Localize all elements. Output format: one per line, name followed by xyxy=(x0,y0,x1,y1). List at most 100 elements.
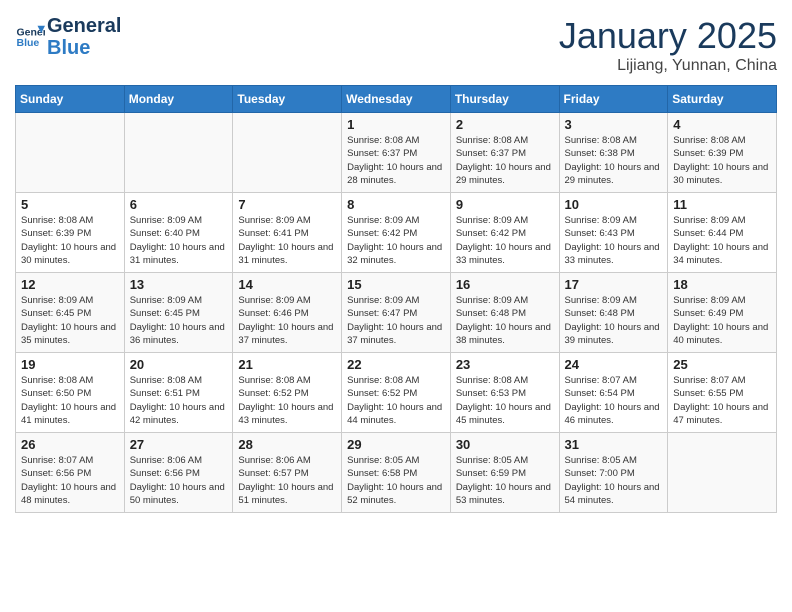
day-number: 10 xyxy=(565,197,663,212)
day-number: 7 xyxy=(238,197,336,212)
day-number: 19 xyxy=(21,357,119,372)
calendar-cell: 27 Sunrise: 8:06 AMSunset: 6:56 PMDayligh… xyxy=(124,433,233,513)
day-info: Sunrise: 8:05 AMSunset: 7:00 PMDaylight:… xyxy=(565,454,663,507)
calendar-cell: 7Sunrise: 8:09 AMSunset: 6:41 PMDaylight… xyxy=(233,193,342,273)
day-info: Sunrise: 8:08 AMSunset: 6:52 PMDaylight:… xyxy=(238,374,336,427)
day-info: Sunrise: 8:08 AMSunset: 6:50 PMDaylight:… xyxy=(21,374,119,427)
day-number: 5 xyxy=(21,197,119,212)
day-info: Sunrise: 8:09 AMSunset: 6:42 PMDaylight:… xyxy=(347,214,445,267)
day-info: Sunrise: 8:08 AMSunset: 6:52 PMDaylight:… xyxy=(347,374,445,427)
day-info: Sunrise: 8:09 AMSunset: 6:47 PMDaylight:… xyxy=(347,294,445,347)
day-number: 11 xyxy=(673,197,771,212)
day-number: 24 xyxy=(565,357,663,372)
day-info: Sunrise: 8:09 AMSunset: 6:45 PMDaylight:… xyxy=(21,294,119,347)
day-info: Sunrise: 8:08 AMSunset: 6:39 PMDaylight:… xyxy=(21,214,119,267)
day-number: 13 xyxy=(130,277,228,292)
logo: General Blue GeneralBlue xyxy=(15,15,121,59)
calendar-table: Sunday Monday Tuesday Wednesday Thursday… xyxy=(15,85,777,513)
day-number: 14 xyxy=(238,277,336,292)
calendar-cell: 28 Sunrise: 8:06 AMSunset: 6:57 PMDayligh… xyxy=(233,433,342,513)
calendar-cell: 6 Sunrise: 8:09 AMSunset: 6:40 PMDaylight… xyxy=(124,193,233,273)
col-tuesday: Tuesday xyxy=(233,86,342,113)
day-number: 30 xyxy=(456,437,554,452)
day-number: 28 xyxy=(238,437,336,452)
calendar-cell: 16 Sunrise: 8:09 AMSunset: 6:48 PMDayligh… xyxy=(450,273,559,353)
day-info: Sunrise: 8:08 AMSunset: 6:38 PMDaylight:… xyxy=(565,134,663,187)
day-info: Sunrise: 8:06 AMSunset: 6:57 PMDaylight:… xyxy=(238,454,336,507)
day-number: 31 xyxy=(565,437,663,452)
calendar-cell: 17 Sunrise: 8:09 AMSunset: 6:48 PMDayligh… xyxy=(559,273,668,353)
calendar-cell: 8Sunrise: 8:09 AMSunset: 6:42 PMDaylight… xyxy=(342,193,451,273)
calendar-cell: 10 Sunrise: 8:09 AMSunset: 6:43 PMDayligh… xyxy=(559,193,668,273)
day-number: 4 xyxy=(673,117,771,132)
day-number: 15 xyxy=(347,277,445,292)
day-info: Sunrise: 8:08 AMSunset: 6:37 PMDaylight:… xyxy=(347,134,445,187)
page-header: General Blue GeneralBlue January 2025 Li… xyxy=(15,15,777,75)
calendar-cell: 20Sunrise: 8:08 AMSunset: 6:51 PMDayligh… xyxy=(124,353,233,433)
day-number: 16 xyxy=(456,277,554,292)
month-title: January 2025 xyxy=(559,15,777,57)
logo-icon: General Blue xyxy=(15,22,45,52)
day-info: Sunrise: 8:08 AMSunset: 6:53 PMDaylight:… xyxy=(456,374,554,427)
week-row-5: 26 Sunrise: 8:07 AMSunset: 6:56 PMDayligh… xyxy=(16,433,777,513)
calendar-cell: 14Sunrise: 8:09 AMSunset: 6:46 PMDayligh… xyxy=(233,273,342,353)
calendar-header-row: Sunday Monday Tuesday Wednesday Thursday… xyxy=(16,86,777,113)
day-info: Sunrise: 8:08 AMSunset: 6:39 PMDaylight:… xyxy=(673,134,771,187)
day-info: Sunrise: 8:06 AMSunset: 6:56 PMDaylight:… xyxy=(130,454,228,507)
week-row-2: 5 Sunrise: 8:08 AMSunset: 6:39 PMDaylight… xyxy=(16,193,777,273)
col-monday: Monday xyxy=(124,86,233,113)
day-info: Sunrise: 8:09 AMSunset: 6:45 PMDaylight:… xyxy=(130,294,228,347)
day-info: Sunrise: 8:09 AMSunset: 6:43 PMDaylight:… xyxy=(565,214,663,267)
day-number: 25 xyxy=(673,357,771,372)
calendar-cell: 25 Sunrise: 8:07 AMSunset: 6:55 PMDayligh… xyxy=(668,353,777,433)
week-row-4: 19 Sunrise: 8:08 AMSunset: 6:50 PMDayligh… xyxy=(16,353,777,433)
calendar-cell: 3 Sunrise: 8:08 AMSunset: 6:38 PMDaylight… xyxy=(559,113,668,193)
calendar-cell xyxy=(668,433,777,513)
location-title: Lijiang, Yunnan, China xyxy=(559,57,777,75)
calendar-cell xyxy=(124,113,233,193)
day-number: 22 xyxy=(347,357,445,372)
calendar-cell: 19 Sunrise: 8:08 AMSunset: 6:50 PMDayligh… xyxy=(16,353,125,433)
calendar-cell: 1 Sunrise: 8:08 AMSunset: 6:37 PMDaylight… xyxy=(342,113,451,193)
day-number: 27 xyxy=(130,437,228,452)
col-sunday: Sunday xyxy=(16,86,125,113)
day-number: 17 xyxy=(565,277,663,292)
calendar-cell xyxy=(16,113,125,193)
calendar-cell: 22 Sunrise: 8:08 AMSunset: 6:52 PMDayligh… xyxy=(342,353,451,433)
calendar-cell: 13 Sunrise: 8:09 AMSunset: 6:45 PMDayligh… xyxy=(124,273,233,353)
day-number: 21 xyxy=(238,357,336,372)
calendar-cell: 11 Sunrise: 8:09 AMSunset: 6:44 PMDayligh… xyxy=(668,193,777,273)
day-number: 23 xyxy=(456,357,554,372)
day-number: 6 xyxy=(130,197,228,212)
week-row-1: 1 Sunrise: 8:08 AMSunset: 6:37 PMDaylight… xyxy=(16,113,777,193)
calendar-cell: 21 Sunrise: 8:08 AMSunset: 6:52 PMDayligh… xyxy=(233,353,342,433)
day-info: Sunrise: 8:07 AMSunset: 6:55 PMDaylight:… xyxy=(673,374,771,427)
day-number: 3 xyxy=(565,117,663,132)
day-number: 26 xyxy=(21,437,119,452)
calendar-cell: 12Sunrise: 8:09 AMSunset: 6:45 PMDayligh… xyxy=(16,273,125,353)
day-info: Sunrise: 8:05 AMSunset: 6:59 PMDaylight:… xyxy=(456,454,554,507)
day-number: 1 xyxy=(347,117,445,132)
calendar-cell: 31 Sunrise: 8:05 AMSunset: 7:00 PMDayligh… xyxy=(559,433,668,513)
day-info: Sunrise: 8:05 AMSunset: 6:58 PMDaylight:… xyxy=(347,454,445,507)
calendar-cell: 2Sunrise: 8:08 AMSunset: 6:37 PMDaylight… xyxy=(450,113,559,193)
day-number: 29 xyxy=(347,437,445,452)
calendar-cell: 26 Sunrise: 8:07 AMSunset: 6:56 PMDayligh… xyxy=(16,433,125,513)
day-info: Sunrise: 8:09 AMSunset: 6:49 PMDaylight:… xyxy=(673,294,771,347)
calendar-cell: 4 Sunrise: 8:08 AMSunset: 6:39 PMDaylight… xyxy=(668,113,777,193)
day-number: 18 xyxy=(673,277,771,292)
day-info: Sunrise: 8:09 AMSunset: 6:48 PMDaylight:… xyxy=(456,294,554,347)
calendar-cell: 15 Sunrise: 8:09 AMSunset: 6:47 PMDayligh… xyxy=(342,273,451,353)
col-thursday: Thursday xyxy=(450,86,559,113)
day-info: Sunrise: 8:07 AMSunset: 6:56 PMDaylight:… xyxy=(21,454,119,507)
day-info: Sunrise: 8:09 AMSunset: 6:48 PMDaylight:… xyxy=(565,294,663,347)
day-info: Sunrise: 8:09 AMSunset: 6:40 PMDaylight:… xyxy=(130,214,228,267)
day-info: Sunrise: 8:07 AMSunset: 6:54 PMDaylight:… xyxy=(565,374,663,427)
calendar-cell: 23 Sunrise: 8:08 AMSunset: 6:53 PMDayligh… xyxy=(450,353,559,433)
logo-text: GeneralBlue xyxy=(47,15,121,59)
day-info: Sunrise: 8:09 AMSunset: 6:42 PMDaylight:… xyxy=(456,214,554,267)
calendar-cell xyxy=(233,113,342,193)
col-saturday: Saturday xyxy=(668,86,777,113)
week-row-3: 12Sunrise: 8:09 AMSunset: 6:45 PMDayligh… xyxy=(16,273,777,353)
day-info: Sunrise: 8:09 AMSunset: 6:44 PMDaylight:… xyxy=(673,214,771,267)
